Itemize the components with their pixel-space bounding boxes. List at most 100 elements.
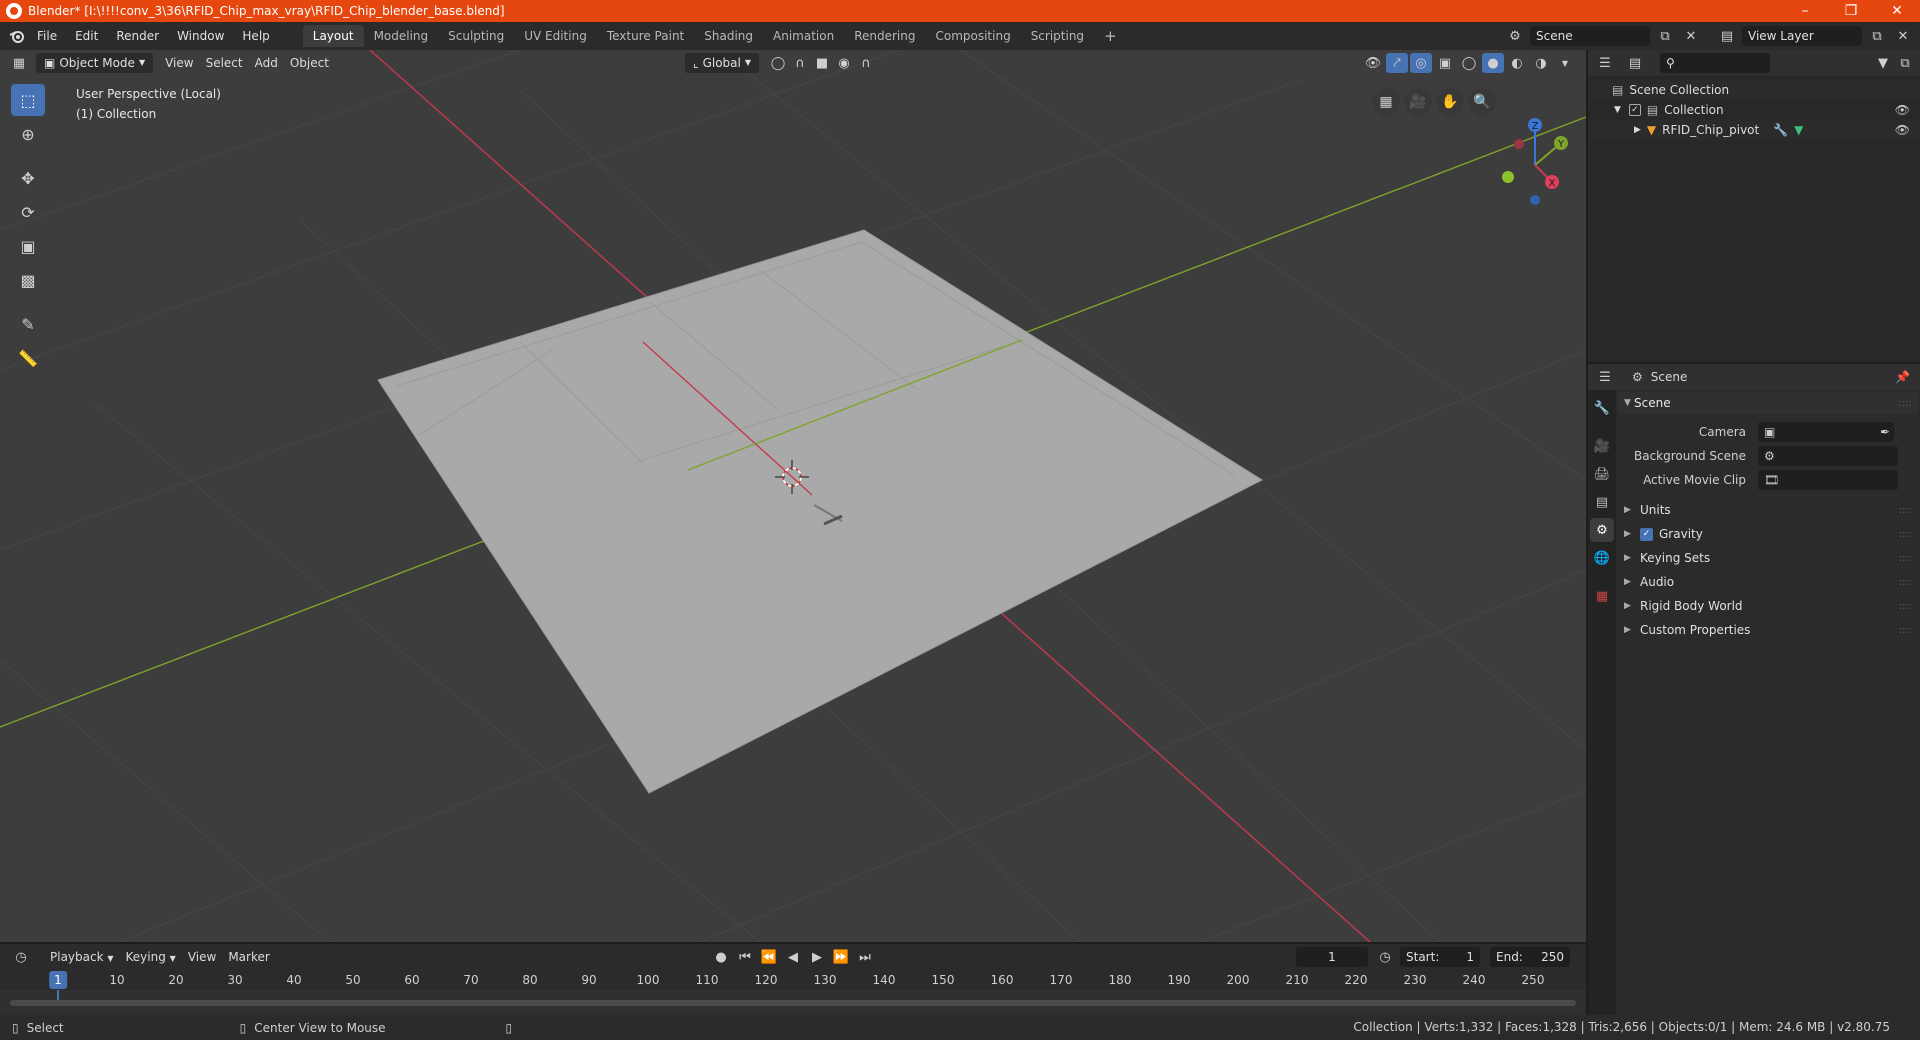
eye-icon[interactable]: 👁 (1895, 103, 1910, 117)
menu-marker[interactable]: Marker (222, 947, 275, 967)
drag-handle-icon[interactable]: :::: (1899, 577, 1918, 588)
play-reverse-icon[interactable]: ◀ (782, 947, 804, 967)
new-collection-icon[interactable]: ⧉ (1894, 53, 1916, 73)
tool-tab-icon[interactable]: 🔧 (1590, 396, 1614, 420)
tab-layout[interactable]: Layout (302, 25, 364, 47)
maximize-button[interactable]: ❐ (1828, 0, 1874, 22)
expand-triangle-icon[interactable]: ▶ (1634, 125, 1641, 135)
checkbox-icon[interactable]: ✓ (1628, 104, 1641, 116)
pivot-point-icon[interactable]: ◯ (767, 53, 789, 73)
timeline-track[interactable] (0, 990, 1586, 1015)
delete-scene-icon[interactable]: ✕ (1680, 26, 1702, 46)
tab-rendering[interactable]: Rendering (844, 25, 925, 47)
editor-type-icon[interactable]: ▦ (8, 53, 30, 73)
falloff-icon[interactable]: ∩ (855, 53, 877, 73)
annotate-icon[interactable]: ✎ (11, 308, 45, 340)
camera-field[interactable]: ▣ ✒ (1758, 422, 1894, 442)
outliner-row-rfid-chip-pivot[interactable]: ▶ ▼ RFID_Chip_pivot 🔧 ▼ 👁 (1588, 120, 1920, 140)
scale-icon[interactable]: ▣ (11, 230, 45, 262)
transform-icon[interactable]: ▩ (11, 264, 45, 296)
camera-view-icon[interactable]: 🎥 (1404, 88, 1432, 116)
jump-end-icon[interactable]: ⏭ (854, 947, 876, 967)
drag-handle-icon[interactable]: :::: (1899, 398, 1918, 409)
view-layer-icon[interactable]: ▤ (1716, 26, 1738, 46)
mode-dropdown[interactable]: ▣ Object Mode ▼ (36, 53, 154, 73)
outliner-editor-icon[interactable]: ☰ (1594, 53, 1616, 73)
record-icon[interactable]: ● (710, 947, 732, 967)
grid-view-icon[interactable]: ▦ (1372, 88, 1400, 116)
pin-icon[interactable]: 📌 (1895, 370, 1910, 384)
render-tab-icon[interactable]: 🎥 (1590, 434, 1614, 458)
shading-options-icon[interactable]: ▼ (1554, 53, 1576, 73)
rendered-shading-icon[interactable]: ◑ (1530, 53, 1552, 73)
tab-scripting[interactable]: Scripting (1021, 25, 1094, 47)
play-icon[interactable]: ▶ (806, 947, 828, 967)
active-movie-clip-field[interactable]: 🎞 (1758, 470, 1898, 490)
prev-keyframe-icon[interactable]: ⏪ (758, 947, 780, 967)
texture-tab-icon[interactable]: ▦ (1590, 584, 1614, 608)
custom-properties-panel[interactable]: ▶ Custom Properties :::: (1618, 618, 1918, 642)
scene-selector-icon[interactable]: ⚙ (1504, 26, 1526, 46)
properties-editor-icon[interactable]: ☰ (1594, 367, 1616, 387)
menu-add[interactable]: Add (249, 53, 284, 73)
cursor-icon[interactable]: ⊕ (11, 118, 45, 150)
preview-range-icon[interactable]: ◷ (1374, 947, 1396, 967)
menu-file[interactable]: File (28, 25, 66, 47)
menu-playback[interactable]: Playback ▼ (44, 947, 120, 967)
menu-keying[interactable]: Keying ▼ (120, 947, 182, 967)
zoom-icon[interactable]: 🔍 (1468, 88, 1496, 116)
current-frame-field[interactable]: 1 (1296, 947, 1368, 967)
new-scene-icon[interactable]: ⧉ (1654, 26, 1676, 46)
select-box-icon[interactable]: ⬚ (11, 84, 45, 116)
pan-hand-icon[interactable]: ✋ (1436, 88, 1464, 116)
drag-handle-icon[interactable]: :::: (1899, 505, 1918, 516)
delete-view-layer-icon[interactable]: ✕ (1892, 26, 1914, 46)
snap-target-icon[interactable]: ■ (811, 53, 833, 73)
menu-view[interactable]: View (159, 53, 199, 73)
mesh-data-icon[interactable]: ▼ (1794, 123, 1803, 137)
menu-edit[interactable]: Edit (66, 25, 107, 47)
outliner-search-input[interactable]: ⚲ (1660, 53, 1770, 73)
menu-render[interactable]: Render (107, 25, 168, 47)
menu-help[interactable]: Help (233, 25, 278, 47)
filter-icon[interactable]: ▼ (1872, 53, 1894, 73)
menu-window[interactable]: Window (168, 25, 233, 47)
drag-handle-icon[interactable]: :::: (1899, 553, 1918, 564)
jump-start-icon[interactable]: ⏮ (734, 947, 756, 967)
tab-compositing[interactable]: Compositing (925, 25, 1020, 47)
measure-icon[interactable]: 📏 (11, 342, 45, 374)
blender-menu-icon[interactable] (6, 26, 28, 46)
tab-sculpting[interactable]: Sculpting (438, 25, 514, 47)
overlay-toggle-icon[interactable]: ◎ (1410, 53, 1432, 73)
solid-shading-icon[interactable]: ● (1482, 53, 1504, 73)
rotate-icon[interactable]: ⟳ (11, 196, 45, 228)
drag-handle-icon[interactable]: :::: (1899, 625, 1918, 636)
outliner-row-collection[interactable]: ▼ ✓ ▤ Collection 👁 (1588, 100, 1920, 120)
expand-triangle-icon[interactable]: ▼ (1614, 105, 1621, 115)
rigid-body-world-panel[interactable]: ▶ Rigid Body World :::: (1618, 594, 1918, 618)
material-shading-icon[interactable]: ◐ (1506, 53, 1528, 73)
outliner-row-scene-collection[interactable]: ▤ Scene Collection (1588, 80, 1920, 100)
menu-object[interactable]: Object (284, 53, 335, 73)
background-scene-field[interactable]: ⚙ (1758, 446, 1898, 466)
audio-panel[interactable]: ▶ Audio :::: (1618, 570, 1918, 594)
scene-tab-icon[interactable]: ⚙ (1590, 518, 1614, 542)
move-icon[interactable]: ✥ (11, 162, 45, 194)
gravity-checkbox[interactable]: ✓ (1640, 527, 1653, 541)
next-keyframe-icon[interactable]: ⏩ (830, 947, 852, 967)
start-frame-field[interactable]: Start: 1 (1400, 947, 1480, 967)
add-workspace-button[interactable]: + (1094, 25, 1127, 47)
view-layer-field[interactable]: View Layer (1742, 26, 1862, 46)
visibility-icon[interactable]: 👁 (1362, 53, 1384, 73)
menu-timeline-view[interactable]: View (182, 947, 222, 967)
end-frame-field[interactable]: End: 250 (1490, 947, 1570, 967)
modifier-wrench-icon[interactable]: 🔧 (1773, 123, 1788, 137)
minimize-button[interactable]: – (1782, 0, 1828, 22)
close-button[interactable]: ✕ (1874, 0, 1920, 22)
eye-icon[interactable]: 👁 (1895, 123, 1910, 137)
tab-uv-editing[interactable]: UV Editing (514, 25, 597, 47)
drag-handle-icon[interactable]: :::: (1899, 601, 1918, 612)
snap-icon[interactable]: ∩ (789, 53, 811, 73)
units-panel[interactable]: ▶ Units :::: (1618, 498, 1918, 522)
transform-orientation-dropdown[interactable]: ⌞ Global ▼ (684, 53, 759, 73)
